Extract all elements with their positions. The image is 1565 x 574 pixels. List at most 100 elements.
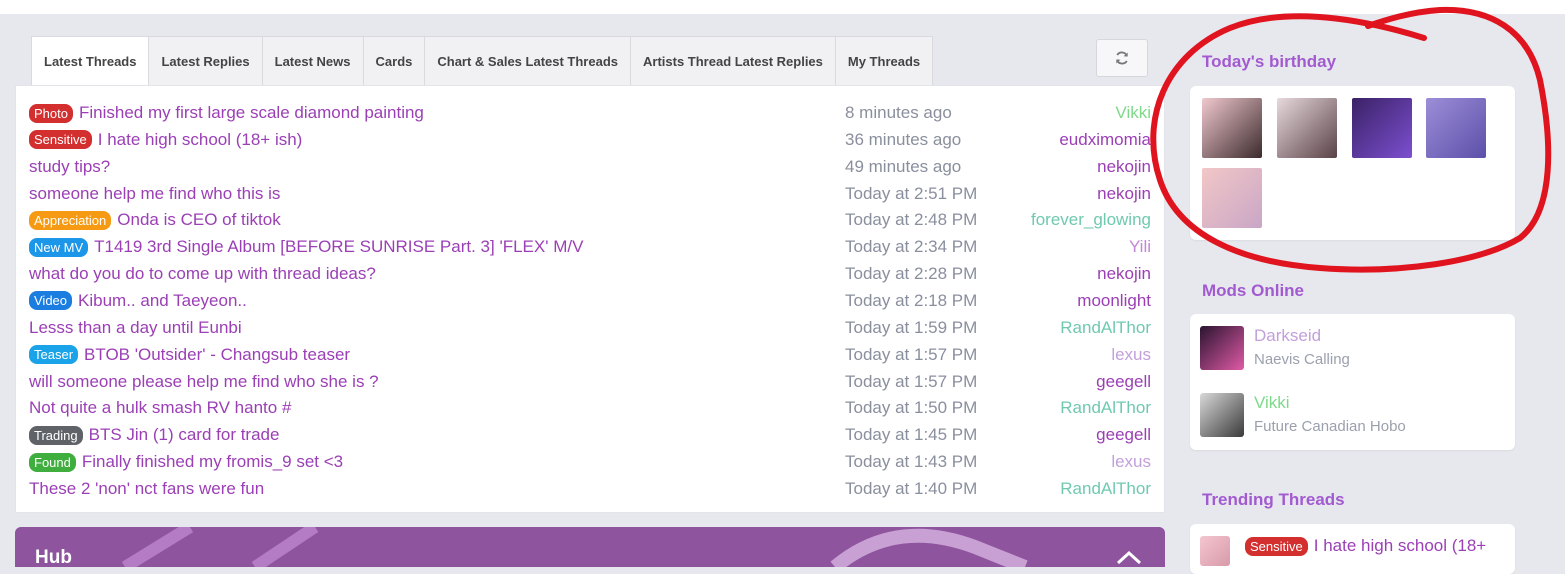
thread-author-link[interactable]: forever_glowing	[1031, 207, 1151, 233]
trending-card: Sensitive I hate high school (18+	[1190, 524, 1515, 574]
thread-title-link[interactable]: study tips?	[29, 154, 110, 180]
tab-latest-threads[interactable]: Latest Threads	[31, 36, 150, 86]
trending-avatar[interactable]	[1200, 536, 1230, 566]
thread-author-link[interactable]: geegell	[1096, 369, 1151, 395]
thread-author-link[interactable]: nekojin	[1097, 261, 1151, 287]
thread-row: someone help me find who this is Today at…	[29, 181, 1151, 207]
thread-row: Teaser BTOB 'Outsider' - Changsub teaser T…	[29, 342, 1151, 368]
thread-title-text: Not quite a hulk smash RV hanto #	[29, 398, 292, 418]
thread-prefix-badge[interactable]: Teaser	[29, 345, 79, 365]
thread-title-text: Finally finished my fromis_9 set <3	[81, 452, 344, 472]
thread-title-text: Onda is CEO of tiktok	[117, 210, 281, 230]
thread-title-link[interactable]: Teaser BTOB 'Outsider' - Changsub teaser	[29, 342, 350, 368]
thread-title-link[interactable]: will someone please help me find who she…	[29, 369, 379, 395]
trending-heading: Trending Threads	[1202, 490, 1345, 509]
thread-time: Today at 2:48 PM	[845, 210, 978, 230]
thread-author-link[interactable]: nekojin	[1097, 181, 1151, 207]
collapse-chevron-icon[interactable]	[1115, 549, 1143, 565]
thread-title-text: will someone please help me find who she…	[29, 371, 379, 391]
refresh-button[interactable]	[1096, 39, 1148, 77]
thread-time: Today at 1:57 PM	[845, 371, 978, 391]
thread-row: These 2 'non' nct fans were fun Today at …	[29, 476, 1151, 502]
tab-latest-news[interactable]: Latest News	[262, 36, 364, 86]
top-strip	[0, 0, 1565, 14]
tab-my-threads[interactable]: My Threads	[835, 36, 934, 86]
thread-time: 36 minutes ago	[845, 129, 962, 149]
birthday-avatar-3[interactable]	[1352, 98, 1412, 158]
thread-author-link[interactable]: nekojin	[1097, 154, 1151, 180]
thread-row: study tips? 49 minutes ago nekojin	[29, 154, 1151, 180]
thread-title-text: Kibum.. and Taeyeon..	[78, 290, 247, 310]
thread-prefix-badge[interactable]: New MV	[29, 237, 89, 257]
thread-author-link[interactable]: RandAlThor	[1060, 395, 1151, 421]
thread-prefix-badge[interactable]: Trading	[29, 425, 83, 445]
thread-author-link[interactable]: Yili	[1129, 234, 1151, 260]
thread-row: Photo Finished my first large scale diamo…	[29, 100, 1151, 126]
tab-chart-sales[interactable]: Chart & Sales Latest Threads	[425, 36, 631, 86]
thread-author-link[interactable]: eudximomia	[1059, 127, 1151, 153]
mod-name-vikki[interactable]: Vikki	[1254, 393, 1290, 413]
thread-title-text: Lesss than a day until Eunbi	[29, 317, 242, 337]
thread-author-link[interactable]: geegell	[1096, 422, 1151, 448]
birthday-heading: Today's birthday	[1202, 52, 1337, 71]
thread-title-link[interactable]: Not quite a hulk smash RV hanto #	[29, 395, 291, 421]
birthday-card	[1190, 86, 1515, 240]
thread-row: Video Kibum.. and Taeyeon.. Today at 2:18 …	[29, 288, 1151, 314]
thread-prefix-badge[interactable]: Photo	[29, 103, 73, 123]
thread-author-link[interactable]: lexus	[1111, 342, 1151, 368]
thread-title-link[interactable]: Lesss than a day until Eunbi	[29, 315, 242, 341]
thread-row: Trading BTS Jin (1) card for trade Today a…	[29, 422, 1151, 448]
thread-title-link[interactable]: Found Finally finished my fromis_9 set <3	[29, 449, 343, 475]
thread-title-text: study tips?	[29, 156, 111, 176]
mod-name-darkseid[interactable]: Darkseid	[1254, 326, 1321, 346]
mods-heading: Mods Online	[1202, 281, 1304, 300]
thread-time: Today at 2:34 PM	[845, 237, 978, 257]
thread-author-link[interactable]: lexus	[1111, 449, 1151, 475]
hub-decoration	[121, 527, 1028, 567]
hub-panel: Hub	[15, 527, 1165, 567]
birthday-avatar-1[interactable]	[1202, 98, 1262, 158]
thread-title-text: someone help me find who this is	[29, 183, 281, 203]
mods-card: Darkseid Naevis Calling Vikki Future Can…	[1190, 314, 1515, 450]
birthday-avatar-4[interactable]	[1426, 98, 1486, 158]
tab-cards[interactable]: Cards	[363, 36, 426, 86]
thread-time: Today at 1:59 PM	[845, 317, 978, 337]
mod-avatar-vikki[interactable]	[1200, 393, 1244, 437]
thread-author-link[interactable]: RandAlThor	[1060, 476, 1151, 502]
thread-title-text: T1419 3rd Single Album [BEFORE SUNRISE P…	[94, 237, 584, 257]
thread-title-link[interactable]: Trading BTS Jin (1) card for trade	[29, 422, 279, 448]
thread-title-link[interactable]: Video Kibum.. and Taeyeon..	[29, 288, 247, 314]
thread-author-link[interactable]: Vikki	[1115, 100, 1151, 126]
thread-prefix-badge[interactable]: Appreciation	[29, 210, 112, 230]
thread-time: Today at 2:51 PM	[845, 183, 978, 203]
thread-title-link[interactable]: Sensitive I hate high school (18+ ish)	[29, 127, 302, 153]
thread-time: Today at 1:50 PM	[845, 398, 978, 418]
trending-thread-link[interactable]: Sensitive I hate high school (18+	[1245, 536, 1486, 556]
thread-title-link[interactable]: what do you do to come up with thread id…	[29, 261, 376, 287]
tab-latest-replies[interactable]: Latest Replies	[149, 36, 263, 86]
thread-prefix-badge[interactable]: Sensitive	[29, 130, 92, 150]
birthday-avatar-5[interactable]	[1202, 168, 1262, 228]
thread-row: Appreciation Onda is CEO of tiktok Today a…	[29, 207, 1151, 233]
thread-author-link[interactable]: RandAlThor	[1060, 315, 1151, 341]
thread-row: what do you do to come up with thread id…	[29, 261, 1151, 287]
thread-title-link[interactable]: New MV T1419 3rd Single Album [BEFORE SUN…	[29, 234, 583, 260]
thread-prefix-badge[interactable]: Video	[29, 291, 73, 311]
tab-artists-thread[interactable]: Artists Thread Latest Replies	[631, 36, 836, 86]
thread-title-link[interactable]: someone help me find who this is	[29, 181, 280, 207]
thread-time: 8 minutes ago	[845, 103, 952, 122]
mod-avatar-darkseid[interactable]	[1200, 326, 1244, 370]
thread-row: New MV T1419 3rd Single Album [BEFORE SUN…	[29, 234, 1151, 260]
thread-tabs: Latest Threads Latest Replies Latest New…	[31, 36, 934, 86]
thread-author-link[interactable]: moonlight	[1077, 288, 1151, 314]
thread-title-text: I hate high school (18+ ish)	[97, 129, 303, 149]
thread-title-link[interactable]: These 2 'non' nct fans were fun	[29, 476, 264, 502]
refresh-icon	[1116, 51, 1128, 65]
birthday-avatar-2[interactable]	[1277, 98, 1337, 158]
mod-subtitle: Naevis Calling	[1254, 351, 1350, 368]
thread-title-link[interactable]: Photo Finished my first large scale diamo…	[29, 100, 424, 126]
thread-prefix-badge[interactable]: Found	[29, 452, 76, 472]
thread-title-link[interactable]: Appreciation Onda is CEO of tiktok	[29, 207, 281, 233]
thread-row: will someone please help me find who she…	[29, 369, 1151, 395]
mod-subtitle: Future Canadian Hobo	[1254, 418, 1406, 435]
